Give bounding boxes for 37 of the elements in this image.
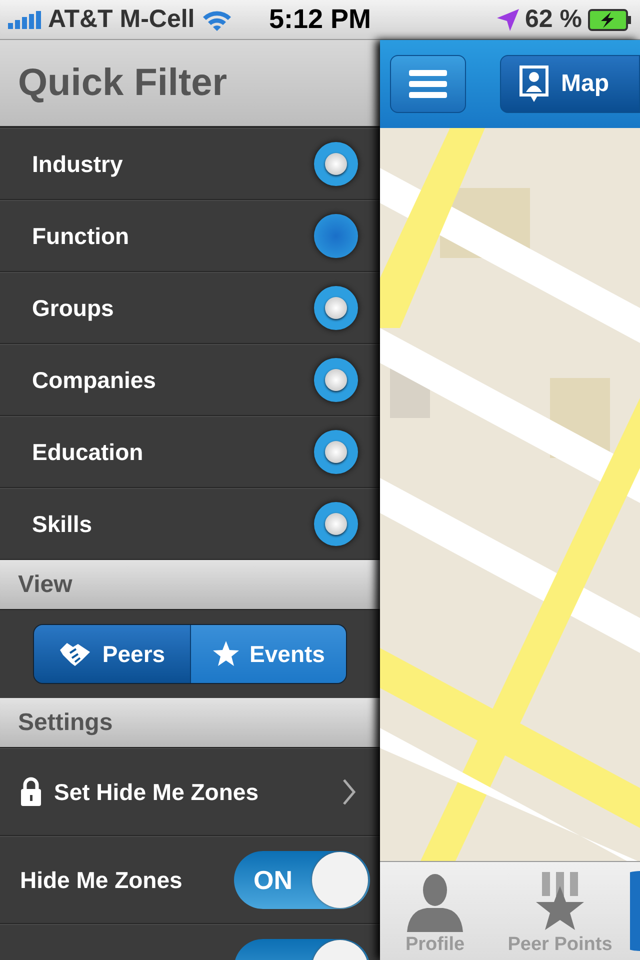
sidebar-title: Quick Filter	[18, 62, 228, 104]
wifi-icon	[200, 8, 233, 30]
filter-label: Industry	[32, 150, 123, 178]
tab-item[interactable]: Peer Points	[490, 862, 630, 960]
filter-label: Companies	[32, 366, 156, 394]
view-tab[interactable]: Peers	[34, 625, 190, 683]
toggle-switch[interactable]: ON	[234, 851, 370, 909]
filter-label: Function	[32, 222, 130, 250]
tab-item[interactable]: Profile	[380, 862, 490, 960]
location-arrow-icon	[497, 8, 519, 30]
filter-toggle[interactable]	[314, 214, 358, 258]
filter-toggle[interactable]	[314, 502, 358, 546]
setting-label: Hide Me Zones	[20, 866, 182, 894]
section-title: Settings	[18, 708, 113, 736]
person-icon	[405, 872, 465, 932]
star-icon	[212, 640, 240, 668]
carrier-name: AT&T M-Cell	[48, 5, 195, 34]
filter-toggle[interactable]	[314, 430, 358, 474]
filter-label: Groups	[32, 294, 114, 322]
filter-toggle[interactable]	[314, 358, 358, 402]
settings-item[interactable]: Set Hide Me Zones	[0, 748, 380, 836]
filter-toggle[interactable]	[314, 142, 358, 186]
status-time: 5:12 PM	[268, 4, 372, 35]
filter-label: Skills	[32, 510, 92, 538]
battery-icon	[588, 8, 632, 30]
battery-percent: 62 %	[525, 5, 582, 34]
filter-toggle[interactable]	[314, 286, 358, 330]
map-button[interactable]: Map	[500, 55, 640, 113]
chevron-icon	[342, 778, 356, 806]
person-card-icon	[519, 65, 549, 103]
menu-button[interactable]	[390, 55, 466, 113]
signal-icon	[8, 10, 42, 28]
view-tab[interactable]: Events	[190, 625, 346, 683]
section-title: View	[18, 570, 72, 598]
filter-label: Education	[32, 438, 144, 466]
menu-icon	[409, 69, 447, 99]
padlock-icon	[20, 777, 42, 807]
